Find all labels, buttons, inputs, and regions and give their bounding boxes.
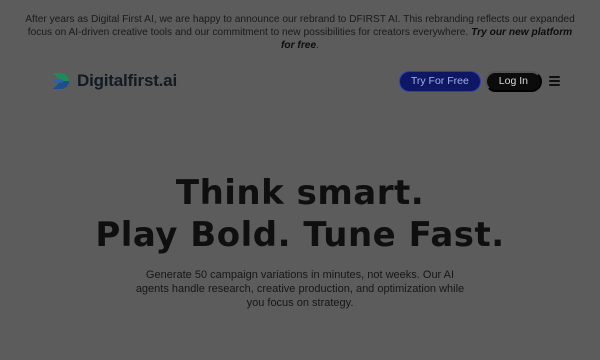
hero-title: Think smart. Play Bold. Tune Fast. <box>0 172 600 256</box>
logo[interactable]: Digitalfirst.ai <box>50 70 177 92</box>
nav-actions: Try For Free Log In <box>398 70 560 92</box>
digitalfirst-logo-icon <box>53 73 69 89</box>
hero-title-line-2: Play Bold. Tune Fast. <box>95 215 505 255</box>
try-for-free-button[interactable]: Try For Free <box>398 70 481 92</box>
login-button[interactable]: Log In <box>484 70 542 92</box>
hero-subtitle: Generate 50 campaign variations in minut… <box>135 269 465 309</box>
top-navigation: Digitalfirst.ai Try For Free Log In <box>50 68 560 94</box>
hamburger-menu-icon[interactable] <box>549 76 560 86</box>
hero-title-line-1: Think smart. <box>175 173 425 213</box>
menu-bar <box>549 76 560 78</box>
announcement-cta-suffix: . <box>316 40 319 51</box>
menu-bar <box>549 80 560 82</box>
menu-bar <box>549 84 560 86</box>
announcement-banner: After years as Digital First AI, we are … <box>0 13 600 52</box>
logo-text: Digitalfirst.ai <box>77 71 177 90</box>
